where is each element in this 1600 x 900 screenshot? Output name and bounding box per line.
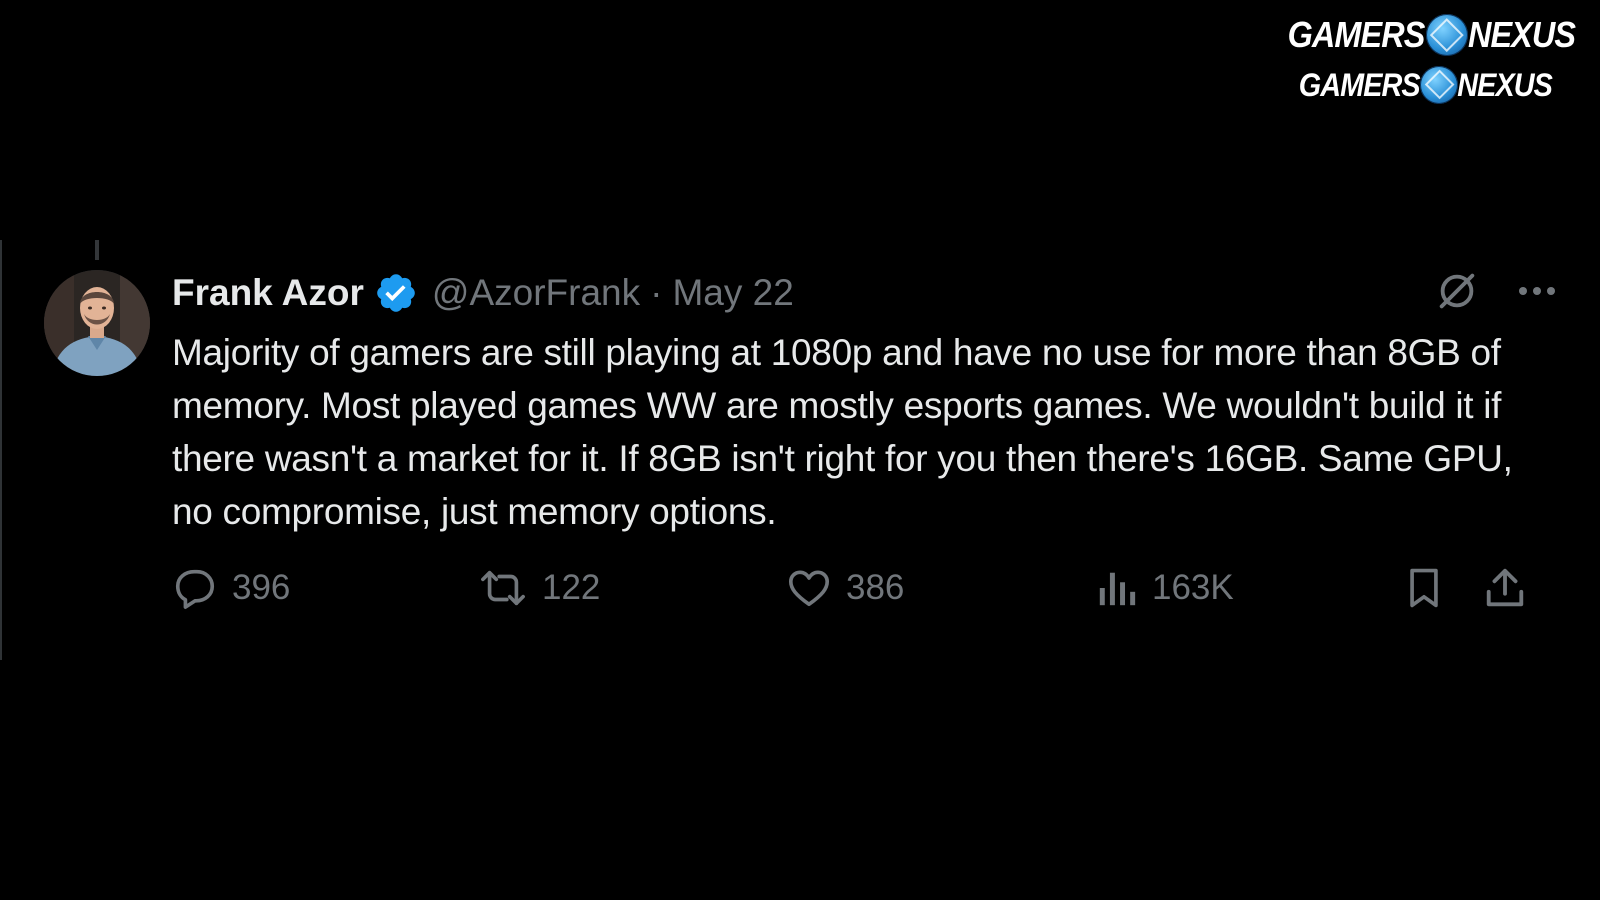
bookmark-icon	[1402, 565, 1446, 611]
repost-count: 122	[542, 568, 601, 607]
repost-icon	[478, 565, 528, 611]
bookmark-button[interactable]	[1402, 564, 1446, 612]
logo-globe-icon	[1420, 66, 1459, 104]
repost-button[interactable]: 122	[478, 564, 600, 612]
logo-text-left: GAMERS	[1298, 66, 1421, 103]
share-icon	[1482, 565, 1528, 611]
like-button[interactable]: 386	[786, 564, 904, 612]
grok-icon[interactable]	[1434, 268, 1480, 319]
tweet-text: Majority of gamers are still playing at …	[172, 332, 1513, 532]
avatar[interactable]	[44, 270, 150, 376]
tweet-action-bar: 396 122 386 163K	[172, 564, 1532, 612]
tweet-body: Frank Azor @AzorFrank · May 22 Majority …	[172, 270, 1555, 538]
views-icon	[1096, 565, 1138, 611]
header-actions	[1434, 270, 1558, 316]
gamers-nexus-logo-secondary: GAMERS NEXUS	[1292, 66, 1558, 104]
tweet-header: Frank Azor @AzorFrank · May 22	[172, 270, 1552, 316]
author-name[interactable]: Frank Azor	[172, 272, 364, 314]
video-frame: GAMERS NEXUS GAMERS NEXUS Frank Azor @Az…	[0, 0, 1600, 900]
tweet[interactable]: Frank Azor @AzorFrank · May 22 Majority …	[44, 270, 1564, 640]
gamers-nexus-logo: GAMERS NEXUS	[1280, 14, 1581, 56]
reply-count: 396	[232, 568, 291, 607]
thread-rail	[0, 240, 2, 660]
more-icon[interactable]	[1516, 284, 1558, 302]
thread-connector	[95, 240, 99, 260]
logo-text-right: NEXUS	[1457, 66, 1554, 103]
heart-icon	[786, 565, 832, 611]
share-button[interactable]	[1482, 564, 1528, 612]
reply-icon	[172, 565, 218, 611]
views-button[interactable]: 163K	[1096, 564, 1234, 612]
like-count: 386	[846, 568, 905, 607]
header-separator: ·	[650, 272, 663, 313]
logo-globe-icon	[1426, 14, 1469, 56]
author-handle[interactable]: @AzorFrank	[432, 272, 640, 314]
verified-badge-icon	[374, 271, 418, 315]
logo-text-left: GAMERS	[1287, 14, 1426, 55]
avatar-image	[44, 270, 150, 376]
view-count: 163K	[1152, 568, 1234, 607]
tweet-date[interactable]: May 22	[672, 272, 793, 314]
logo-text-right: NEXUS	[1467, 14, 1576, 55]
reply-button[interactable]: 396	[172, 564, 290, 612]
